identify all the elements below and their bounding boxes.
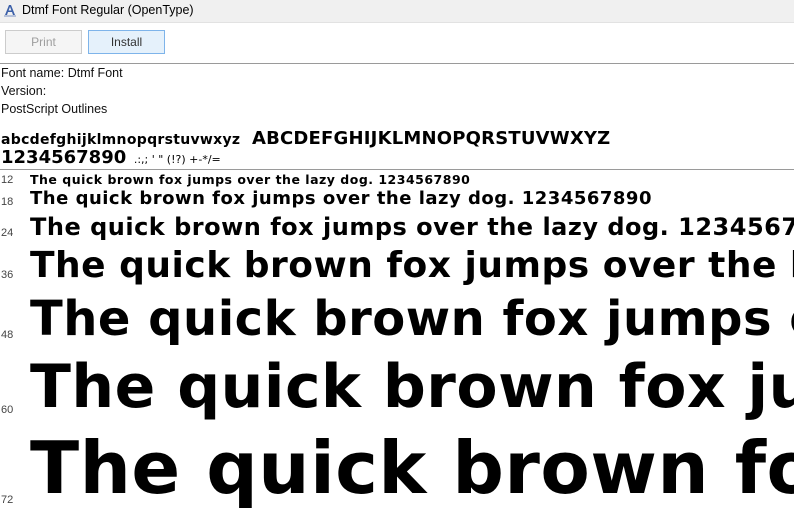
window-title: Dtmf Font Regular (OpenType) — [22, 3, 194, 17]
sample-text: The quick brown fox jumps over the lazy … — [30, 245, 794, 286]
print-button[interactable]: Print — [5, 30, 82, 54]
font-name-label: Font name: Dtmf Font — [1, 66, 123, 80]
size-label: 12 — [1, 174, 14, 186]
charset-digits: 1234567890 — [1, 147, 127, 168]
charset-line-1: abcdefghijklmnopqrstuvwxyz ABCDEFGHIJKLM… — [1, 128, 610, 149]
size-label: 24 — [1, 227, 14, 239]
sample-text: The quick brown fox jumps over the lazy … — [30, 172, 471, 187]
size-label: 72 — [1, 494, 14, 506]
font-viewer-icon — [4, 5, 16, 17]
size-label: 36 — [1, 269, 14, 281]
charset-line-2: 1234567890 .:,; ' " (!?) +-*/= — [1, 147, 221, 168]
sample-text: The quick brown fox jumps over the lazy … — [30, 291, 794, 347]
charset-punctuation: .:,; ' " (!?) +-*/= — [133, 153, 221, 166]
install-button[interactable]: Install — [88, 30, 165, 54]
version-label: Version: — [1, 84, 47, 98]
title-bar: Dtmf Font Regular (OpenType) — [0, 0, 794, 23]
charset-lowercase: abcdefghijklmnopqrstuvwxyz — [1, 132, 241, 148]
outline-type-label: PostScript Outlines — [1, 102, 108, 116]
sample-text: The quick brown fox jumps over the lazy … — [30, 352, 794, 422]
sample-text: The quick brown fox jumps over the lazy … — [30, 213, 794, 241]
size-label: 18 — [1, 196, 14, 208]
size-label: 60 — [1, 404, 14, 416]
separator — [0, 169, 794, 170]
sample-text: The quick brown fox jumps over the lazy … — [30, 188, 652, 209]
charset-uppercase: ABCDEFGHIJKLMNOPQRSTUVWXYZ — [251, 128, 611, 149]
toolbar: Print Install — [0, 23, 794, 64]
sample-text: The quick brown fox jumps over the lazy … — [30, 426, 794, 510]
size-label: 48 — [1, 329, 14, 341]
